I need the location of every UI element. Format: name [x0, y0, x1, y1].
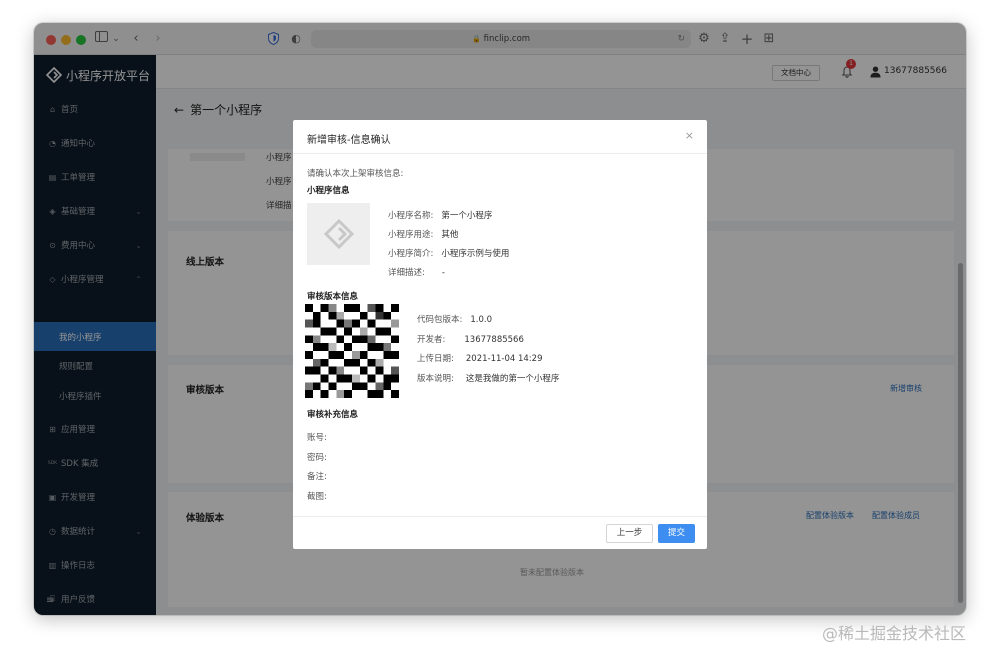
account-label: 账号: — [307, 433, 327, 443]
version-info-heading: 审核版本信息 — [307, 292, 359, 302]
code-version-value: 1.0.0 — [470, 315, 493, 325]
modal-footer: 上一步 提交 — [293, 516, 707, 549]
app-name-value: 第一个小程序 — [441, 211, 493, 221]
version-note-value: 这是我做的第一个小程序 — [465, 374, 560, 384]
modal-title: 新增审核-信息确认 — [307, 135, 391, 146]
app-detail-row: 详细描述: - — [388, 266, 445, 278]
browser-window: ⌄ ‹ › ◐ 🔒 finclip.com ↻ ⚙ ⇪ + ⊞ 小程序开放平台 ⌂… — [34, 23, 966, 615]
submit-button[interactable]: 提交 — [658, 524, 695, 543]
supplement-heading: 审核补充信息 — [307, 410, 359, 420]
qr-code — [305, 304, 399, 398]
password-label: 密码: — [307, 453, 327, 463]
app-summary-value: 小程序示例与使用 — [441, 249, 510, 259]
code-version-row: 代码包版本: 1.0.0 — [417, 313, 492, 325]
app-summary-label: 小程序简介: — [388, 249, 434, 259]
upload-date-row: 上传日期: 2021-11-04 14:29 — [417, 352, 542, 364]
watermark-text: @稀土掘金技术社区 — [822, 624, 967, 643]
app-usage-row: 小程序用途: 其他 — [388, 228, 458, 240]
app-name-label: 小程序名称: — [388, 211, 434, 221]
review-confirm-modal: 新增审核-信息确认 × 请确认本次上架审核信息: 小程序信息 小程序名称: 第一个… — [293, 120, 707, 549]
screenshot-label: 截图: — [307, 492, 327, 502]
previous-step-button[interactable]: 上一步 — [606, 524, 653, 543]
version-note-label: 版本说明: — [417, 374, 454, 384]
page-scrollbar[interactable] — [958, 263, 963, 603]
modal-header: 新增审核-信息确认 × — [293, 120, 707, 154]
developer-value: 13677885566 — [464, 335, 524, 345]
app-name-row: 小程序名称: 第一个小程序 — [388, 209, 492, 221]
app-icon — [307, 203, 370, 265]
app-usage-label: 小程序用途: — [388, 230, 434, 240]
app-detail-label: 详细描述: — [388, 268, 425, 278]
code-version-label: 代码包版本: — [417, 315, 463, 325]
app-info-heading: 小程序信息 — [307, 186, 350, 196]
remark-label: 备注: — [307, 472, 327, 482]
version-note-row: 版本说明: 这是我做的第一个小程序 — [417, 372, 559, 384]
modal-intro: 请确认本次上架审核信息: — [307, 169, 404, 179]
developer-row: 开发者: 13677885566 — [417, 333, 524, 345]
miniapp-logo-icon — [324, 219, 354, 249]
app-usage-value: 其他 — [441, 230, 459, 240]
upload-date-value: 2021-11-04 14:29 — [465, 354, 543, 364]
app-detail-value: - — [441, 268, 445, 278]
close-icon[interactable]: × — [685, 129, 694, 142]
upload-date-label: 上传日期: — [417, 354, 454, 364]
app-summary-row: 小程序简介: 小程序示例与使用 — [388, 247, 509, 259]
developer-label: 开发者: — [417, 335, 446, 345]
